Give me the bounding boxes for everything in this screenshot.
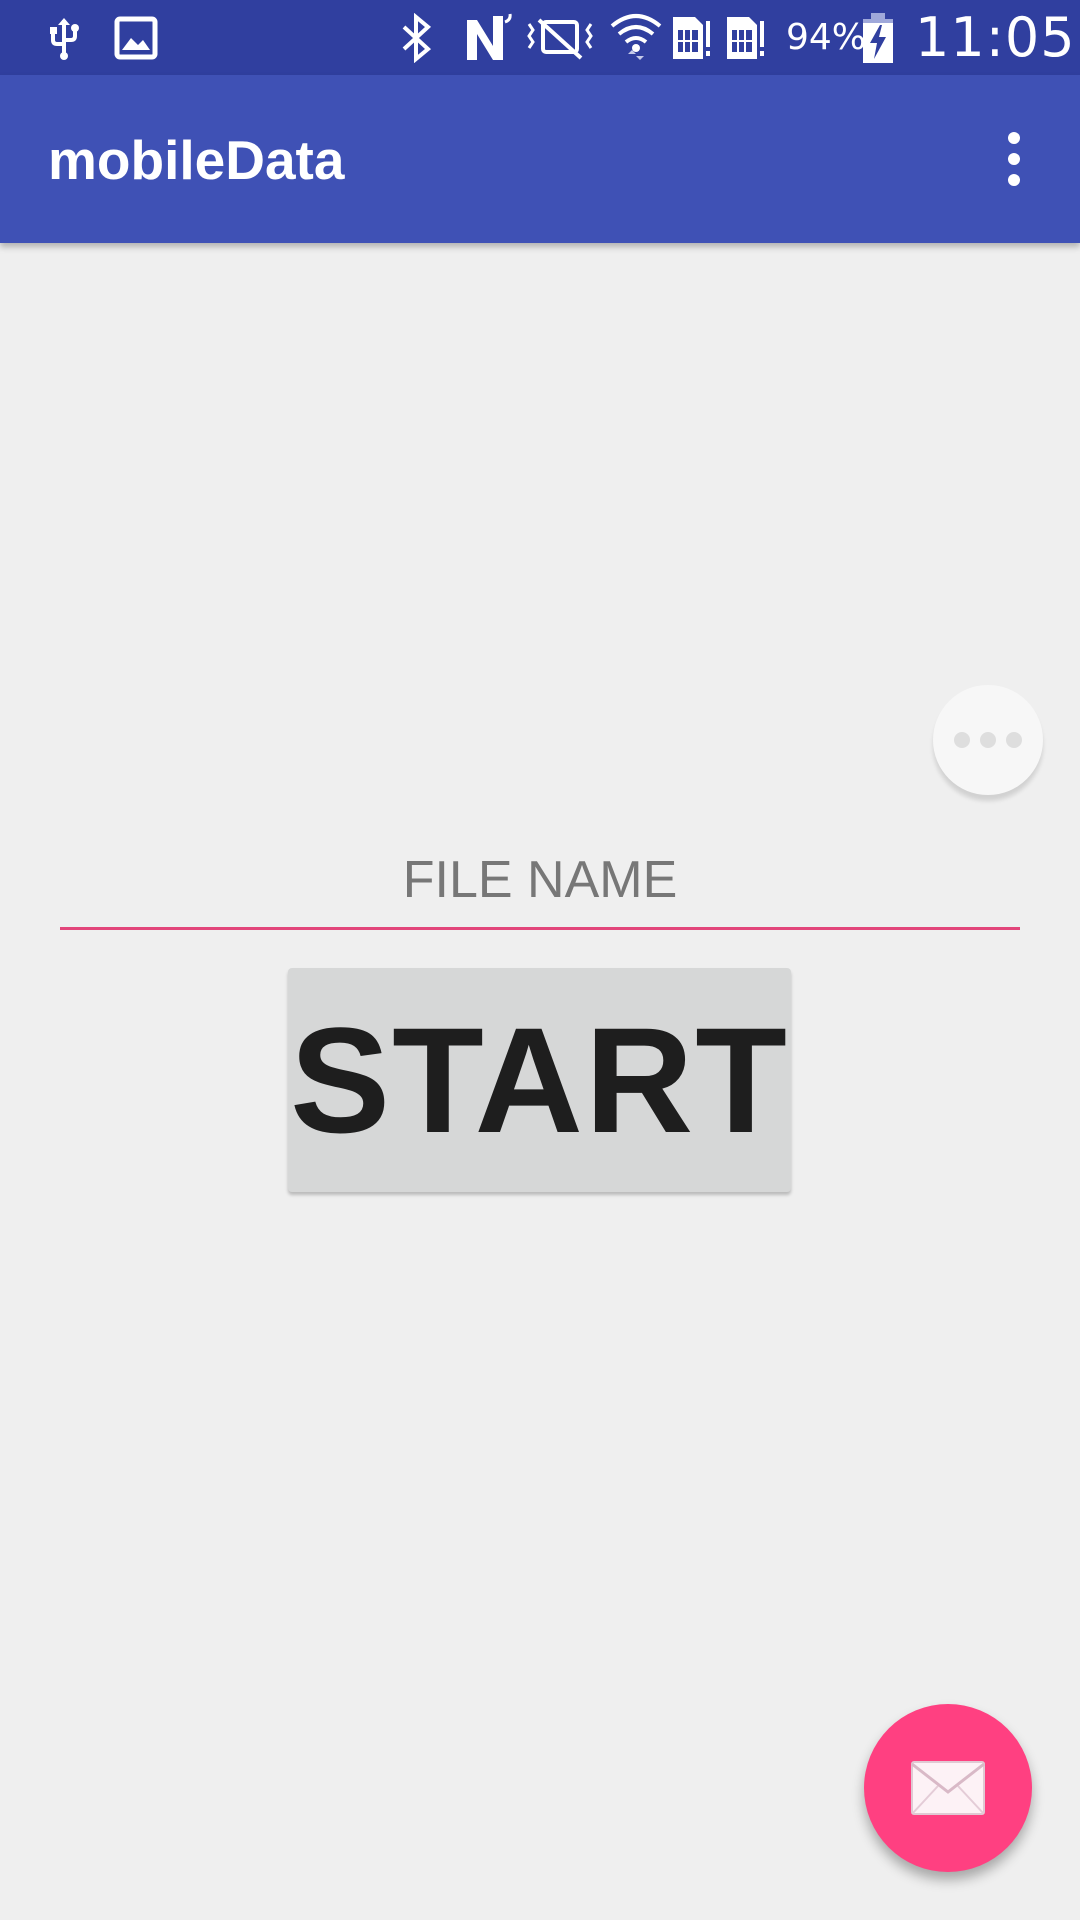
floating-more-button[interactable] (933, 685, 1043, 795)
clock: 11:05 (915, 6, 1076, 69)
nfc-icon (462, 10, 514, 66)
battery-percent: 94% (786, 17, 867, 58)
menu-dot (1008, 153, 1020, 165)
app-bar: mobileData (0, 75, 1080, 243)
sim1-icon (668, 10, 714, 66)
file-name-input[interactable] (60, 840, 1020, 930)
screen: 94% 11:05 mobileData START (0, 0, 1080, 1920)
status-bar: 94% 11:05 (0, 0, 1080, 75)
menu-dot (1008, 174, 1020, 186)
wifi-icon (608, 10, 664, 66)
bluetooth-icon (396, 10, 436, 66)
mail-fab-button[interactable] (864, 1704, 1032, 1872)
vibrate-off-icon (524, 10, 596, 66)
more-horiz-icon (980, 732, 996, 748)
more-horiz-icon (954, 732, 970, 748)
more-vert-icon[interactable] (978, 117, 1050, 201)
more-horiz-icon (1006, 732, 1022, 748)
mail-icon (910, 1760, 986, 1816)
battery-charging-icon (858, 10, 898, 66)
app-title: mobileData (48, 129, 345, 191)
image-icon (112, 10, 160, 66)
usb-icon (44, 10, 84, 66)
menu-dot (1008, 132, 1020, 144)
start-button[interactable]: START (288, 968, 791, 1192)
sim2-icon (722, 10, 768, 66)
